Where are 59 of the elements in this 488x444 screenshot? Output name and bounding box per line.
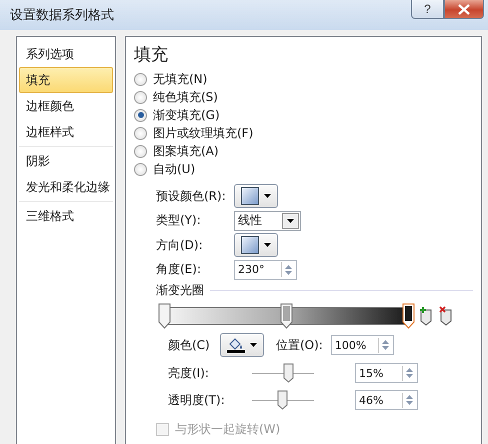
- field-label: 类型(Y):: [156, 212, 202, 230]
- radio-label: 图片或纹理填充(F): [153, 124, 254, 142]
- section-heading: 填充: [134, 44, 169, 66]
- sidebar-item[interactable]: 发光和柔化边缘: [19, 174, 113, 200]
- radio-label: 无填充(N): [153, 70, 208, 88]
- caret-icon: [250, 343, 257, 347]
- field-label: 角度(E):: [156, 261, 202, 278]
- sidebar-item[interactable]: 填充: [19, 67, 113, 93]
- radio-label: 图案填充(A): [153, 142, 219, 160]
- field-label: 亮度(I):: [168, 364, 210, 382]
- radio-option[interactable]: 自动(U): [134, 160, 473, 178]
- radio-label: 自动(U): [153, 160, 196, 178]
- color-button[interactable]: [220, 333, 264, 357]
- sidebar-item[interactable]: 阴影: [19, 148, 113, 174]
- field-label: 透明度(T):: [168, 392, 226, 408]
- sidebar-item[interactable]: 边框样式: [19, 119, 113, 145]
- add-stop-icon[interactable]: [418, 306, 434, 326]
- group-label: 渐变光圈: [156, 282, 204, 299]
- gradient-stop[interactable]: [402, 303, 415, 329]
- spin-button[interactable]: [402, 392, 416, 408]
- field-label: 颜色(C): [168, 336, 211, 354]
- spin-button[interactable]: [378, 338, 392, 352]
- spin-button[interactable]: [402, 366, 416, 380]
- close-icon: [458, 4, 470, 14]
- field-label: 方向(D):: [156, 236, 204, 254]
- dropdown-button[interactable]: [282, 212, 299, 229]
- radio-option[interactable]: 纯色填充(S): [134, 88, 473, 106]
- percent-field[interactable]: 15%: [355, 363, 418, 383]
- caret-icon: [287, 218, 294, 223]
- sidebar-item[interactable]: 边框颜色: [19, 93, 113, 119]
- type-dropdown[interactable]: 线性: [234, 210, 301, 231]
- slider-thumb[interactable]: [282, 362, 294, 382]
- checkbox-label: 与形状一起旋转(W): [175, 421, 280, 438]
- percent-field[interactable]: 46%: [355, 390, 418, 410]
- close-button[interactable]: [444, 0, 484, 19]
- caret-icon: [264, 194, 271, 198]
- position-field[interactable]: 100%: [330, 335, 394, 355]
- sidebar-item[interactable]: 系列选项: [19, 41, 113, 67]
- slider-thumb[interactable]: [276, 390, 288, 410]
- paint-bucket-icon: [227, 337, 245, 353]
- sidebar-item[interactable]: 三维格式: [19, 203, 113, 229]
- window-title: 设置数据系列格式: [10, 7, 114, 24]
- preset-color-button[interactable]: [234, 184, 278, 208]
- radio-option[interactable]: 渐变填充(G): [134, 106, 473, 124]
- caret-icon: [264, 243, 271, 248]
- radio-option[interactable]: 图案填充(A): [134, 142, 473, 160]
- field-label: 预设颜色(R):: [156, 188, 227, 205]
- angle-field[interactable]: 230°: [234, 260, 297, 280]
- radio-label: 渐变填充(G): [153, 106, 220, 124]
- help-button[interactable]: ?: [411, 0, 444, 19]
- swatch-icon: [241, 236, 259, 254]
- direction-button[interactable]: [234, 233, 278, 258]
- radio-option[interactable]: 无填充(N): [134, 70, 473, 88]
- swatch-icon: [241, 187, 259, 206]
- radio-label: 纯色填充(S): [153, 88, 218, 106]
- field-label: 位置(O):: [276, 336, 323, 354]
- remove-stop-icon[interactable]: [438, 306, 454, 326]
- spin-button[interactable]: [281, 262, 295, 278]
- radio-option[interactable]: 图片或纹理填充(F): [134, 124, 473, 142]
